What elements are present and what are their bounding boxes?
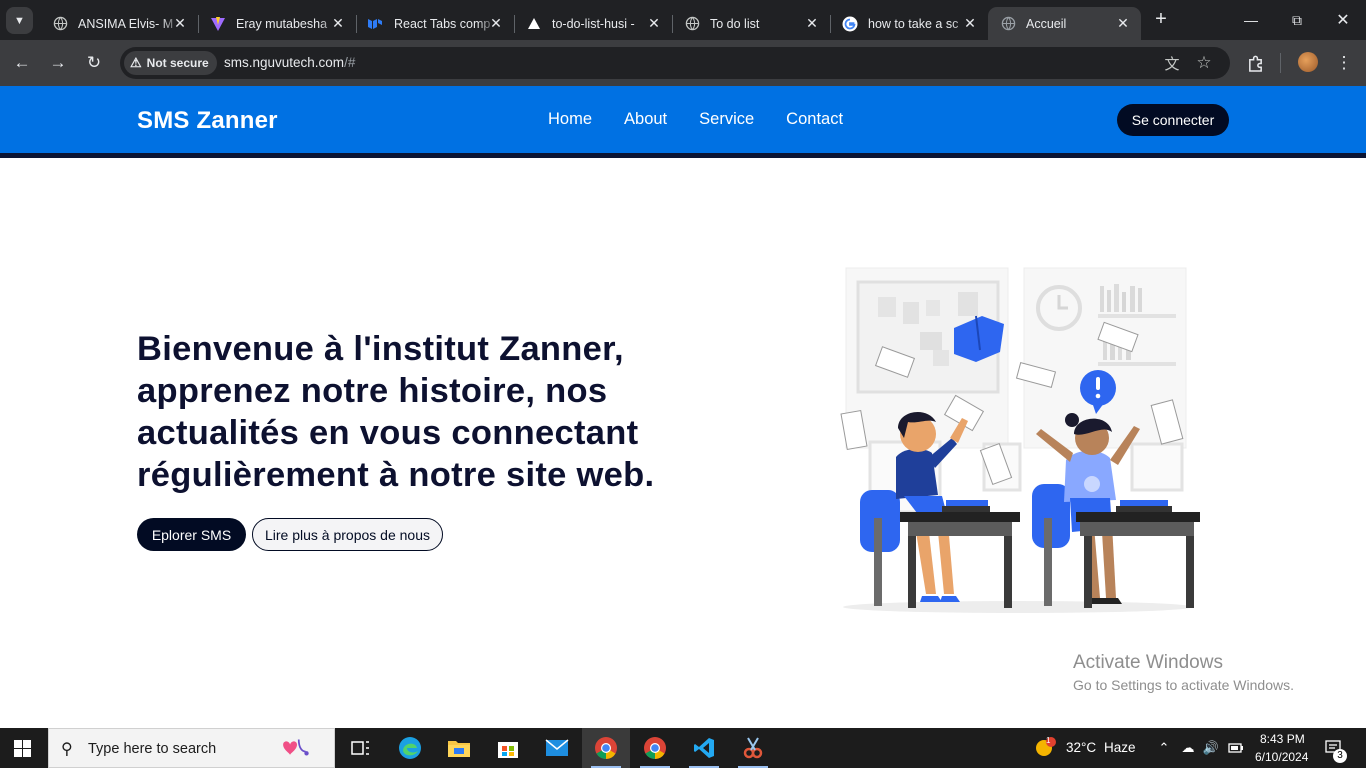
vscode-icon[interactable] (680, 728, 728, 768)
browser-tab[interactable]: To do list ✕ (672, 7, 831, 40)
url-path: /# (344, 55, 356, 70)
globe-icon (684, 16, 700, 32)
security-label: Not secure (146, 56, 209, 70)
translate-icon[interactable]: 文 (1162, 53, 1182, 73)
nav-service[interactable]: Service (699, 110, 754, 129)
tab-title: ANSIMA Elvis- M (78, 16, 174, 31)
forward-arrow-icon[interactable]: → (46, 51, 70, 75)
tab-title: how to take a sc (868, 16, 959, 31)
window-close-icon[interactable]: ✕ (1333, 10, 1353, 30)
google-icon (842, 16, 858, 32)
snipping-tool-icon[interactable] (729, 728, 777, 768)
vercel-icon (526, 16, 542, 32)
task-view-icon[interactable] (337, 728, 385, 768)
address-bar[interactable]: ⚠ Not secure sms.nguvutech.com/# 文 ☆ (120, 47, 1230, 79)
windows-activation-watermark: Activate Windows Go to Settings to activ… (1073, 652, 1294, 693)
taskbar-search-box[interactable]: ⚲ Type here to search (48, 728, 335, 768)
hero-title: Bienvenue à l'institut Zanner, apprenez … (137, 330, 655, 494)
back-arrow-icon[interactable]: ← (10, 51, 34, 75)
vite-icon (210, 16, 226, 32)
url-text[interactable]: sms.nguvutech.com/# (224, 55, 355, 70)
close-icon[interactable]: ✕ (172, 15, 188, 31)
reload-icon[interactable]: ↻ (82, 51, 106, 75)
read-more-button[interactable]: Lire plus à propos de nous (252, 518, 443, 551)
mui-icon (368, 16, 384, 32)
classroom-illustration (840, 267, 1200, 613)
nav-contact[interactable]: Contact (786, 110, 843, 129)
tab-search-button[interactable]: ▼ (6, 7, 33, 34)
tab-title: to-do-list-husi - (552, 16, 635, 31)
tab-title: Eray mutabesha (236, 16, 328, 31)
security-indicator[interactable]: ⚠ Not secure (124, 51, 217, 75)
minimize-icon[interactable]: — (1241, 10, 1261, 30)
browser-tab[interactable]: ANSIMA Elvis- M ✕ (40, 7, 199, 40)
cloud-sync-icon[interactable]: ☁ (1180, 740, 1196, 756)
restore-icon[interactable]: ⧉ (1287, 10, 1307, 30)
close-icon[interactable]: ✕ (962, 15, 978, 31)
tab-title: React Tabs comp (394, 16, 491, 31)
globe-icon (52, 16, 68, 32)
clock-time[interactable]: 8:43 PM (1260, 732, 1305, 746)
new-tab-button[interactable]: + (1151, 9, 1171, 30)
nav-home[interactable]: Home (548, 110, 592, 129)
more-menu-icon[interactable]: ⋮ (1332, 51, 1356, 75)
profile-avatar[interactable] (1298, 52, 1318, 72)
speaker-icon[interactable]: 🔊 (1203, 740, 1219, 756)
mail-icon[interactable] (533, 728, 581, 768)
stethoscope-hearts-icon (283, 739, 309, 756)
windows-start-icon[interactable] (14, 740, 31, 757)
weather-badge: 1 (1046, 736, 1051, 745)
chevron-up-icon[interactable]: ⌃ (1156, 740, 1172, 756)
windows-taskbar: ⚲ Type here to search 1 32°C Haze ⌃ ☁ 🔊 … (0, 728, 1366, 768)
watermark-title: Activate Windows (1073, 652, 1223, 673)
watermark-subtitle: Go to Settings to activate Windows. (1073, 677, 1294, 693)
browser-tab-active[interactable]: Accueil ✕ (988, 7, 1141, 40)
bookmark-star-icon[interactable]: ☆ (1194, 53, 1214, 73)
close-icon[interactable]: ✕ (488, 15, 504, 31)
browser-tab-strip: ▼ ANSIMA Elvis- M ✕ Eray mutabesha ✕ Rea… (0, 0, 1366, 40)
close-icon[interactable]: ✕ (1115, 15, 1131, 31)
notification-count-badge: 3 (1333, 749, 1347, 763)
chrome-taskbar-icon-active[interactable] (582, 728, 630, 768)
browser-tab[interactable]: to-do-list-husi - ✕ (514, 7, 673, 40)
extensions-icon[interactable] (1243, 51, 1267, 75)
site-header: SMS Zanner Home About Service Contact Se… (0, 86, 1366, 154)
header-divider (0, 153, 1366, 158)
weather-temperature[interactable]: 32°C (1066, 740, 1096, 755)
battery-icon[interactable] (1228, 740, 1244, 756)
microsoft-store-icon[interactable] (484, 728, 532, 768)
nav-about[interactable]: About (624, 110, 667, 129)
toolbar-divider (1280, 53, 1281, 73)
warning-triangle-icon: ⚠ (130, 55, 142, 70)
close-icon[interactable]: ✕ (646, 15, 662, 31)
close-icon[interactable]: ✕ (804, 15, 820, 31)
browser-tab[interactable]: how to take a sc ✕ (830, 7, 988, 40)
login-button[interactable]: Se connecter (1117, 104, 1229, 136)
explore-sms-button[interactable]: Eplorer SMS (137, 518, 246, 551)
browser-toolbar: ← → ↻ ⚠ Not secure sms.nguvutech.com/# 文… (0, 40, 1366, 86)
file-explorer-icon[interactable] (435, 728, 483, 768)
site-logo[interactable]: SMS Zanner (137, 107, 278, 135)
weather-description[interactable]: Haze (1104, 740, 1136, 755)
edge-icon[interactable] (386, 728, 434, 768)
close-icon[interactable]: ✕ (330, 15, 346, 31)
globe-icon (1000, 16, 1016, 32)
search-icon: ⚲ (61, 741, 73, 758)
tab-title: To do list (710, 16, 760, 31)
url-host: sms.nguvutech.com (224, 55, 345, 70)
main-nav: Home About Service Contact (548, 110, 843, 129)
browser-tab[interactable]: React Tabs comp ✕ (356, 7, 515, 40)
clock-date[interactable]: 6/10/2024 (1255, 750, 1308, 764)
search-placeholder: Type here to search (88, 741, 217, 757)
browser-tab[interactable]: Eray mutabesha ✕ (198, 7, 357, 40)
chrome-taskbar-icon[interactable] (631, 728, 679, 768)
